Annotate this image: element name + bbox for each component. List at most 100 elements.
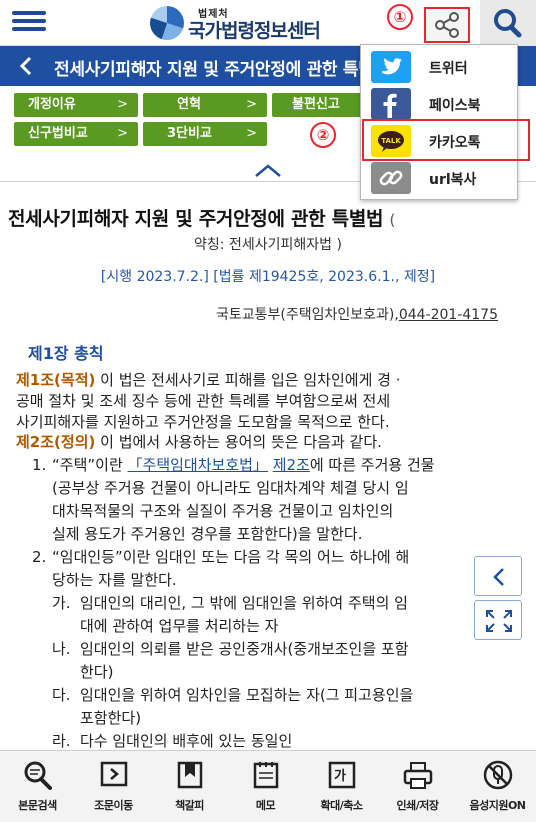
article-1-line: 이 법은 전세사기로 피해를 입은 임차인에게 경 · <box>95 371 401 389</box>
article-2: 제2조(정의) 이 법에서 사용하는 용어의 뜻은 다음과 같다. <box>16 432 526 453</box>
subitem-line: 다수 임대인의 배후에 있는 동일인 <box>80 732 293 750</box>
tab-label: 3단비교 <box>167 126 212 141</box>
article-2-title[interactable]: 제2조(정의) <box>16 433 95 451</box>
law-enactment-info: [시행 2023.7.2.] [법률 제19425호, 2023.6.1., 제… <box>100 269 436 285</box>
article-1-title[interactable]: 제1조(목적) <box>16 371 95 389</box>
subitem-line: 포함한다) <box>80 709 142 727</box>
item-1: “주택”이란 「주택임대차보호법」 제2조에 따른 주거용 건물 (공부상 주거… <box>52 454 526 546</box>
toolbar-text-search[interactable]: 본문검색 <box>4 751 71 822</box>
item-2-line: “임대인등”이란 임대인 또는 다음 각 목의 어느 하나에 해 <box>52 548 410 566</box>
share-button[interactable] <box>424 7 470 43</box>
tab-amendment-reason[interactable]: 개정이유 > <box>14 93 138 117</box>
chevron-left-icon <box>493 568 504 586</box>
subitem-ra: 다수 임대인의 배후에 있는 동일인 <box>80 730 526 750</box>
search-text-icon <box>24 761 52 790</box>
logo-emblem-icon <box>150 6 184 40</box>
back-arrow-icon[interactable] <box>16 55 38 77</box>
subitem-da-mark: 다. <box>52 686 71 704</box>
link-housing-lease-act[interactable]: 「주택임대차보호법」 <box>128 456 268 474</box>
link-article-2[interactable]: 제2조 <box>273 456 310 474</box>
law-content: 전세사기피해자 지원 및 주거안정에 관한 특별법 ( 약칭: 전세사기피해자법… <box>0 182 536 750</box>
article-1-line: 사기피해자를 지원하고 주거안정을 도모함을 목적으로 한다. <box>16 413 390 431</box>
toolbar-label: 음성지원ON <box>469 799 526 812</box>
search-icon <box>494 9 522 38</box>
search-button[interactable] <box>480 0 536 46</box>
ministry-phone-link[interactable]: 044-201-4175 <box>399 307 498 323</box>
toolbar-bookmark[interactable]: 책갈피 <box>156 751 223 822</box>
subitem-na-mark: 나. <box>52 640 71 658</box>
tab-label: 불편신고 <box>292 97 340 112</box>
share-menu: 트위터 페이스북 TALK 카카오톡 url복사 <box>360 44 530 200</box>
subitem-na: 임대인의 의뢰를 받은 공인중개사(중개보조인을 포함 한다) <box>80 638 526 684</box>
toolbar-label: 인쇄/저장 <box>396 799 440 812</box>
tab-three-level-compare[interactable]: 3단비교 > <box>143 122 267 146</box>
twitter-icon <box>371 51 411 83</box>
print-icon <box>403 762 433 789</box>
law-title-bar-text: 전세사기피해자 지원 및 주거안정에 관한 특별법 <box>54 60 389 80</box>
toolbar-zoom[interactable]: 가 확대/축소 <box>308 751 375 822</box>
tab-label: 연혁 <box>177 97 201 112</box>
share-icon <box>435 12 459 38</box>
bookmark-icon <box>177 761 203 789</box>
prev-article-button[interactable] <box>474 556 522 596</box>
item-1-text: 에 따른 주거용 건물 <box>309 456 435 474</box>
share-twitter[interactable]: 트위터 <box>369 50 517 84</box>
item-1-line: (공부상 주거용 건물이 아니라도 임대차계약 체결 당시 임 <box>52 479 409 497</box>
move-article-icon <box>100 761 128 787</box>
toolbar-print-save[interactable]: 인쇄/저장 <box>384 751 451 822</box>
item-1-line: 대차목적물의 구조와 실질이 주거용 건물이고 임차인의 <box>52 502 394 520</box>
toolbar-label: 확대/축소 <box>320 799 364 812</box>
item-1-text: “주택”이란 <box>52 456 128 474</box>
tab-history[interactable]: 연혁 > <box>143 93 267 117</box>
callout-1: ① <box>387 4 413 30</box>
chevron-right-icon: > <box>117 97 128 112</box>
article-2-intro: 이 법에서 사용하는 용어의 뜻은 다음과 같다. <box>95 433 382 451</box>
toolbar-voice[interactable]: 음성지원ON <box>464 751 531 822</box>
chapter-heading: 제1장 총칙 <box>28 344 104 363</box>
subitem-line: 임대인의 대리인, 그 밖에 임대인을 위하여 주택의 임 <box>80 594 408 612</box>
chevron-right-icon: > <box>246 97 257 112</box>
item-2-line: 당하는 자를 말한다. <box>52 571 177 589</box>
item-2-number: 2. <box>32 548 47 566</box>
share-facebook-label: 페이스북 <box>429 98 481 114</box>
share-twitter-label: 트위터 <box>429 61 468 77</box>
subitem-line: 임대인을 위하여 임차인을 모집하는 자(그 피고용인을 <box>80 686 414 704</box>
expand-view-button[interactable] <box>474 600 522 640</box>
site-logo[interactable]: 법제처 국가법령정보센터 <box>150 4 365 42</box>
subitem-ga-mark: 가. <box>52 594 71 612</box>
toolbar-move-article[interactable]: 조문이동 <box>80 751 147 822</box>
toolbar-label: 본문검색 <box>18 799 57 812</box>
share-kakaotalk-label: 카카오톡 <box>429 135 481 151</box>
subitem-da: 임대인을 위하여 임차인을 모집하는 자(그 피고용인을 포함한다) <box>80 684 526 730</box>
subitem-line: 한다) <box>80 663 114 681</box>
item-2: “임대인등”이란 임대인 또는 다음 각 목의 어느 하나에 해 당하는 자를 … <box>52 546 526 592</box>
memo-icon <box>253 762 279 789</box>
top-header: 법제처 국가법령정보센터 ① <box>0 0 536 46</box>
tab-label: 신구법비교 <box>28 126 88 141</box>
item-1-line: 실제 용도가 주거용인 경우를 포함한다)을 말한다. <box>52 525 363 543</box>
tab-old-new-compare[interactable]: 신구법비교 > <box>14 122 138 146</box>
bottom-toolbar: 본문검색 조문이동 책갈피 메모 가 확대/축소 인쇄/저장 음성지원ON <box>0 750 536 822</box>
law-title: 전세사기피해자 지원 및 주거안정에 관한 특별법 ( <box>8 204 395 231</box>
zoom-text-icon: 가 <box>328 761 356 789</box>
subitem-ga: 임대인의 대리인, 그 밖에 임대인을 위하여 주택의 임 대에 관하여 업무를… <box>80 592 526 638</box>
chevron-right-icon: > <box>246 126 257 141</box>
tab-label: 개정이유 <box>28 97 76 112</box>
item-1-number: 1. <box>32 456 47 474</box>
ministry-name: 국토교통부(주택임차인보호과), <box>215 307 399 323</box>
expand-icon <box>486 610 512 632</box>
logo-title-text: 국가법령정보센터 <box>188 20 321 42</box>
kakaotalk-icon: TALK <box>371 125 411 157</box>
toolbar-label: 조문이동 <box>94 799 133 812</box>
article-1-line: 공매 절차 및 조세 징수 등에 관한 특례를 부여함으로써 전세 <box>16 392 391 410</box>
svg-text:가: 가 <box>334 769 346 784</box>
toolbar-memo[interactable]: 메모 <box>232 751 299 822</box>
subitem-line: 임대인의 의뢰를 받은 공인중개사(중개보조인을 포함 <box>80 640 409 658</box>
facebook-icon <box>371 88 411 120</box>
chevron-right-icon: > <box>117 126 128 141</box>
toolbar-label: 메모 <box>255 799 276 812</box>
toolbar-label: 책갈피 <box>175 799 204 812</box>
share-kakaotalk[interactable]: TALK 카카오톡 <box>362 119 530 161</box>
share-facebook[interactable]: 페이스북 <box>369 87 517 121</box>
hamburger-menu-icon[interactable] <box>12 8 46 38</box>
